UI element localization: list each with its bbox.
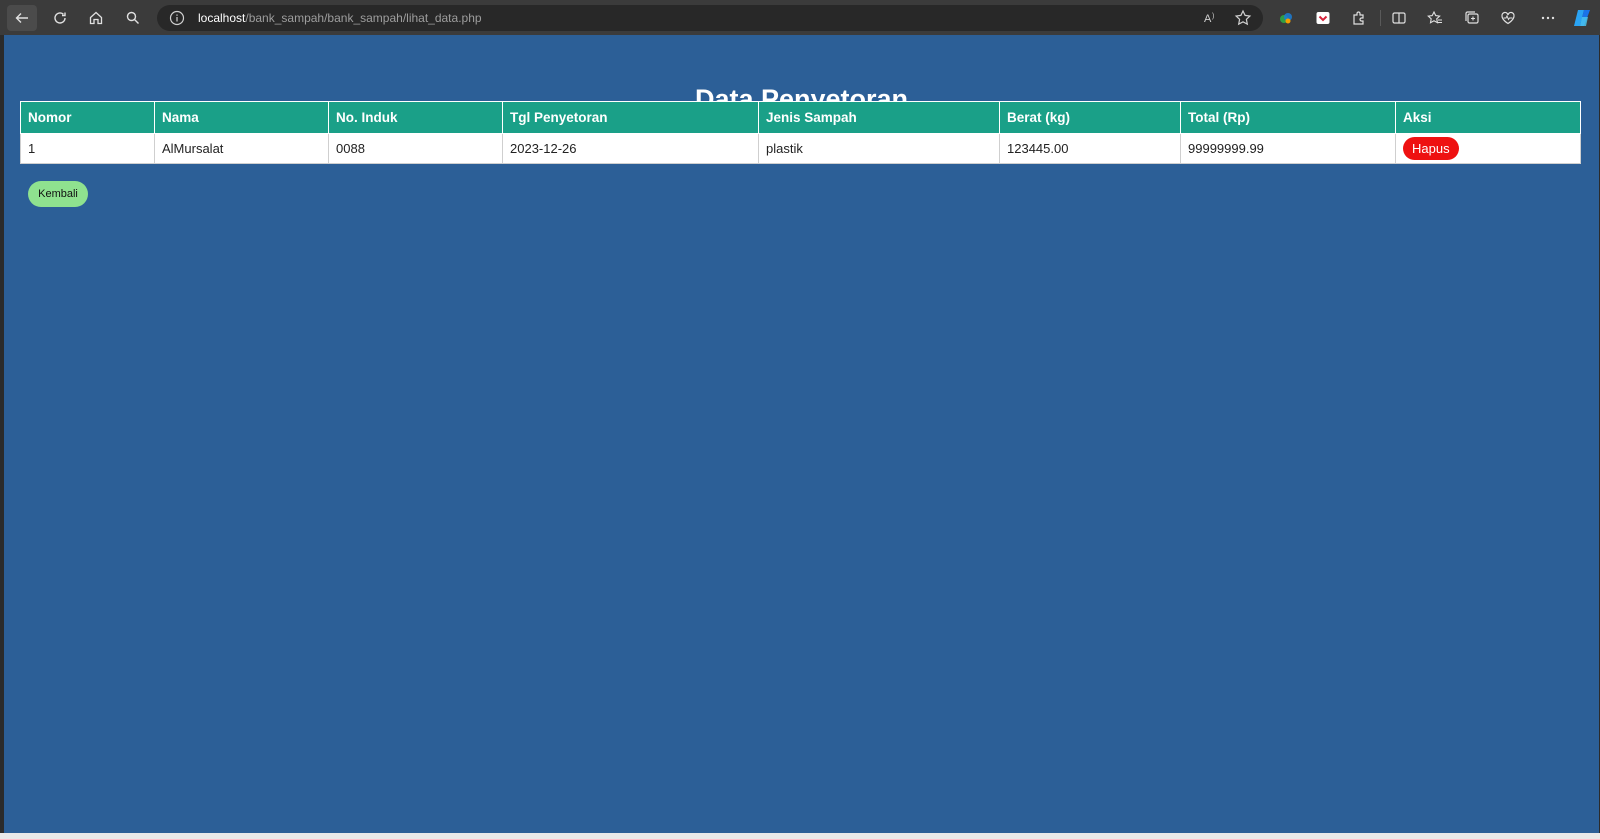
address-bar[interactable]: localhost/bank_sampah/bank_sampah/lihat_… xyxy=(157,5,1263,31)
extensions-puzzle-icon xyxy=(1353,11,1364,25)
split-screen-icon xyxy=(1392,12,1406,24)
extension-colorful-icon xyxy=(1280,13,1292,24)
window-bottom-edge xyxy=(0,833,1600,839)
collections-button[interactable] xyxy=(1457,5,1487,31)
svg-text:): ) xyxy=(1212,13,1214,20)
home-icon xyxy=(89,11,103,25)
page-viewport: Data Penyetoran Nomor Nama No. Induk Tgl… xyxy=(4,35,1599,833)
cell-aksi: Hapus xyxy=(1395,133,1581,164)
header-tgl-penyetoran: Tgl Penyetoran xyxy=(502,101,759,134)
favorites-button[interactable] xyxy=(1420,5,1450,31)
header-nomor: Nomor xyxy=(20,101,155,134)
more-dots-icon xyxy=(1541,16,1555,20)
toolbar-divider xyxy=(1380,10,1381,26)
header-aksi: Aksi xyxy=(1395,101,1581,134)
table-header-row: Nomor Nama No. Induk Tgl Penyetoran Jeni… xyxy=(20,101,1581,134)
info-icon[interactable] xyxy=(169,10,185,31)
header-no-induk: No. Induk xyxy=(328,101,503,134)
url-host: localhost xyxy=(198,11,246,25)
extension-colorful-button[interactable] xyxy=(1271,5,1301,31)
cell-nomor: 1 xyxy=(20,133,155,164)
search-button[interactable] xyxy=(118,5,148,31)
health-button[interactable] xyxy=(1493,5,1523,31)
pocket-extension-icon xyxy=(1316,12,1330,24)
more-button[interactable] xyxy=(1533,5,1563,31)
pocket-extension-button[interactable] xyxy=(1308,5,1338,31)
refresh-button[interactable] xyxy=(45,5,75,31)
extensions-button[interactable] xyxy=(1344,5,1374,31)
deposit-table: Nomor Nama No. Induk Tgl Penyetoran Jeni… xyxy=(20,101,1581,164)
back-icon xyxy=(15,13,28,23)
read-aloud-icon[interactable]: A) xyxy=(1202,9,1220,32)
address-url: localhost/bank_sampah/bank_sampah/lihat_… xyxy=(198,5,482,31)
header-jenis-sampah: Jenis Sampah xyxy=(758,101,1000,134)
refresh-icon xyxy=(54,12,66,24)
cell-tgl-penyetoran: 2023-12-26 xyxy=(502,133,759,164)
favorites-icon xyxy=(1427,10,1442,24)
header-nama: Nama xyxy=(154,101,329,134)
svg-text:A: A xyxy=(1204,13,1212,25)
home-button[interactable] xyxy=(81,5,111,31)
cell-total: 99999999.99 xyxy=(1180,133,1396,164)
copilot-button[interactable] xyxy=(1567,5,1597,31)
copilot-icon xyxy=(1574,10,1590,26)
delete-button[interactable]: Hapus xyxy=(1403,137,1459,160)
browser-toolbar: localhost/bank_sampah/bank_sampah/lihat_… xyxy=(0,0,1600,35)
health-heart-icon xyxy=(1501,11,1515,25)
header-berat: Berat (kg) xyxy=(999,101,1181,134)
cell-jenis-sampah: plastik xyxy=(758,133,1000,164)
collections-icon xyxy=(1465,11,1479,24)
cell-nama: AlMursalat xyxy=(154,133,329,164)
cell-no-induk: 0088 xyxy=(328,133,503,164)
table-row: 1 AlMursalat 0088 2023-12-26 plastik 123… xyxy=(20,133,1581,164)
back-page-button[interactable]: Kembali xyxy=(28,181,88,207)
back-button[interactable] xyxy=(7,5,37,31)
header-total: Total (Rp) xyxy=(1180,101,1396,134)
url-path: /bank_sampah/bank_sampah/lihat_data.php xyxy=(245,11,482,25)
split-screen-button[interactable] xyxy=(1384,5,1414,31)
favorite-star-icon[interactable] xyxy=(1234,9,1252,32)
search-icon xyxy=(126,11,139,24)
cell-berat: 123445.00 xyxy=(999,133,1181,164)
